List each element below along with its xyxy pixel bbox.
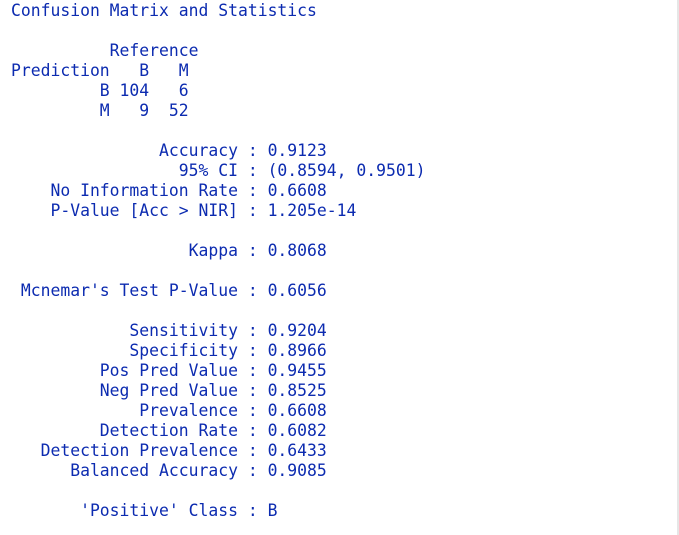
stat-p-value: P-Value [Acc > NIR] : 1.205e-14: [11, 201, 357, 220]
stat-pos-pred-value: Pos Pred Value : 0.9455: [11, 361, 327, 380]
stat-balanced-accuracy: Balanced Accuracy : 0.9085: [11, 461, 327, 480]
stat-mcnemar-p-value: Mcnemar's Test P-Value : 0.6056: [11, 281, 327, 300]
stat-specificity: Specificity : 0.8966: [11, 341, 327, 360]
matrix-column-header: Prediction B M: [11, 61, 189, 80]
stat-confidence-interval: 95% CI : (0.8594, 0.9501): [11, 161, 426, 180]
stat-sensitivity: Sensitivity : 0.9204: [11, 321, 327, 340]
stat-detection-prevalence: Detection Prevalence : 0.6433: [11, 441, 327, 460]
stat-kappa: Kappa : 0.8068: [11, 241, 327, 260]
matrix-reference-label: Reference: [11, 41, 199, 60]
stat-positive-class: 'Positive' Class : B: [11, 501, 278, 520]
console-output: Confusion Matrix and Statistics Referenc…: [0, 0, 679, 535]
stat-neg-pred-value: Neg Pred Value : 0.8525: [11, 381, 327, 400]
output-header: Confusion Matrix and Statistics: [11, 1, 317, 20]
stat-accuracy: Accuracy : 0.9123: [11, 141, 327, 160]
stat-prevalence: Prevalence : 0.6608: [11, 401, 327, 420]
matrix-row-b: B 104 6: [11, 81, 189, 100]
stat-no-information-rate: No Information Rate : 0.6608: [11, 181, 327, 200]
stat-detection-rate: Detection Rate : 0.6082: [11, 421, 327, 440]
matrix-row-m: M 9 52: [11, 101, 189, 120]
